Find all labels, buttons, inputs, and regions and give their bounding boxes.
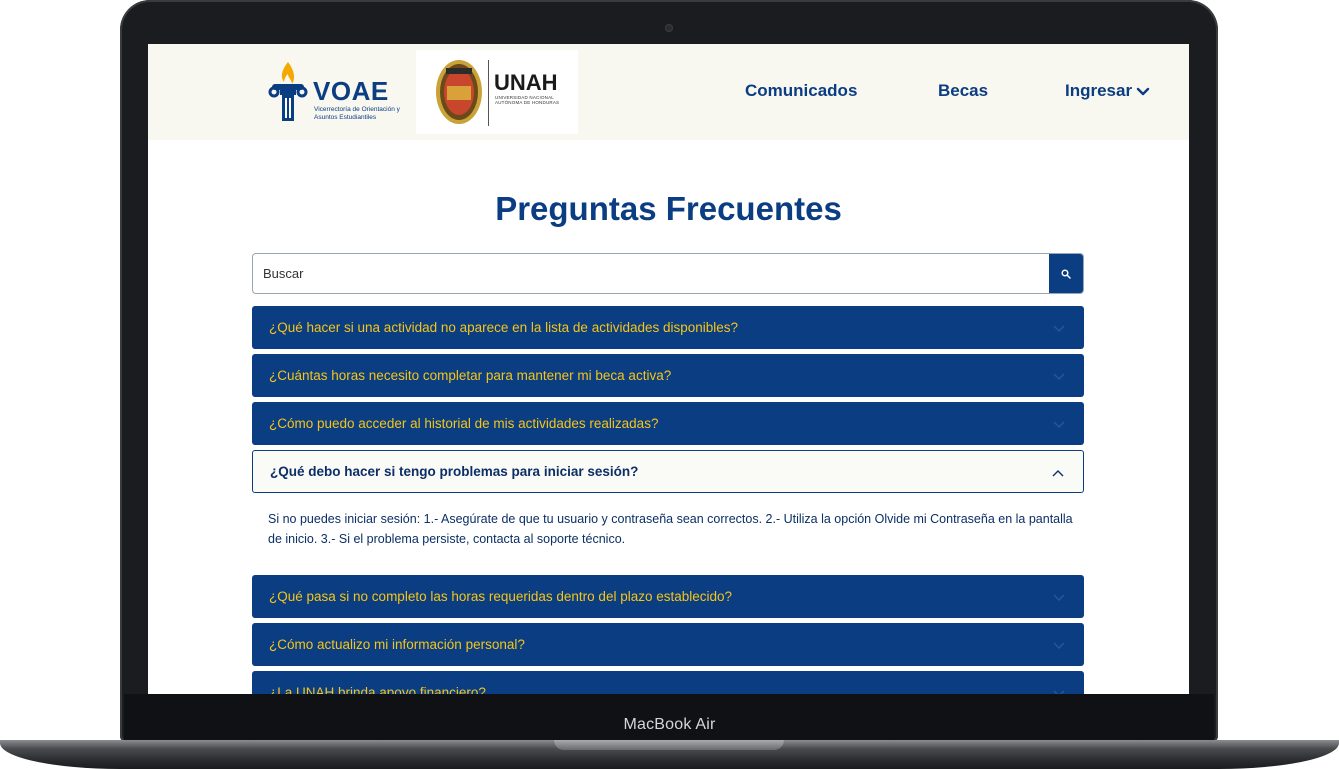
search-input[interactable] (253, 254, 1049, 293)
faq-question: ¿Cómo actualizo mi información personal? (269, 637, 525, 652)
faq-question: ¿La UNAH brinda apoyo financiero? (269, 685, 486, 694)
faq-item-expanded[interactable]: ¿Qué debo hacer si tengo problemas para … (252, 450, 1084, 493)
nav-ingresar[interactable]: Ingresar (1065, 81, 1150, 101)
faq-item[interactable]: ¿Cómo actualizo mi información personal? (252, 623, 1084, 666)
chevron-down-icon (1053, 642, 1065, 650)
nav-comunicados[interactable]: Comunicados (745, 81, 857, 101)
faq-question: ¿Cómo puedo acceder al historial de mis … (269, 416, 659, 431)
chevron-down-icon (1053, 421, 1065, 429)
torch-icon (268, 62, 308, 121)
search-bar (252, 253, 1084, 294)
chevron-down-icon (1053, 690, 1065, 694)
site-header: VOAE Vicerrectoría de Orientación y Asun… (148, 44, 1189, 140)
page-title: Preguntas Frecuentes (495, 190, 842, 227)
device-label: MacBook Air (623, 716, 716, 733)
faq-question: ¿Qué hacer si una actividad no aparece e… (269, 320, 739, 335)
faq-question: ¿Qué pasa si no completo las horas reque… (269, 589, 733, 604)
chevron-down-icon (1053, 594, 1065, 602)
nav-becas[interactable]: Becas (938, 81, 988, 101)
faq-question: ¿Qué debo hacer si tengo problemas para … (270, 464, 639, 479)
faq-item[interactable]: ¿Cuántas horas necesito completar para m… (252, 354, 1084, 397)
search-button[interactable] (1049, 254, 1083, 293)
chevron-up-icon (1052, 470, 1064, 477)
faq-question: ¿Cuántas horas necesito completar para m… (269, 368, 672, 383)
nav-ingresar-label: Ingresar (1065, 81, 1133, 100)
unah-logo-subtitle: UNIVERSIDAD NACIONAL AUTÓNOMA DE HONDURA… (495, 95, 560, 105)
chevron-down-icon (1053, 325, 1065, 333)
chevron-down-icon (1053, 373, 1065, 381)
voae-logo[interactable]: VOAE Vicerrectoría de Orientación y Asun… (266, 56, 416, 126)
unah-logo-divider (488, 60, 489, 126)
laptop-notch (554, 740, 784, 750)
voae-logo-subtitle: Vicerrectoría de Orientación y Asuntos E… (314, 106, 400, 121)
faq-item[interactable]: ¿La UNAH brinda apoyo financiero? (252, 671, 1084, 694)
unah-logo-text: UNAH (494, 70, 558, 95)
faq-answer: Si no puedes iniciar sesión: 1.- Asegúra… (268, 512, 1073, 546)
voae-logo-text: VOAE (313, 76, 389, 106)
camera (665, 24, 673, 32)
browser-screen: VOAE Vicerrectoría de Orientación y Asun… (148, 44, 1189, 694)
search-icon (1061, 268, 1071, 279)
faq-item[interactable]: ¿Cómo puedo acceder al historial de mis … (252, 402, 1084, 445)
faq-item[interactable]: ¿Qué hacer si una actividad no aparece e… (252, 306, 1084, 349)
faq-item[interactable]: ¿Qué pasa si no completo las horas reque… (252, 575, 1084, 618)
unah-seal-icon (436, 60, 482, 124)
unah-logo[interactable]: UNAH UNIVERSIDAD NACIONAL AUTÓNOMA DE HO… (416, 50, 578, 134)
chevron-down-icon (1136, 87, 1150, 96)
